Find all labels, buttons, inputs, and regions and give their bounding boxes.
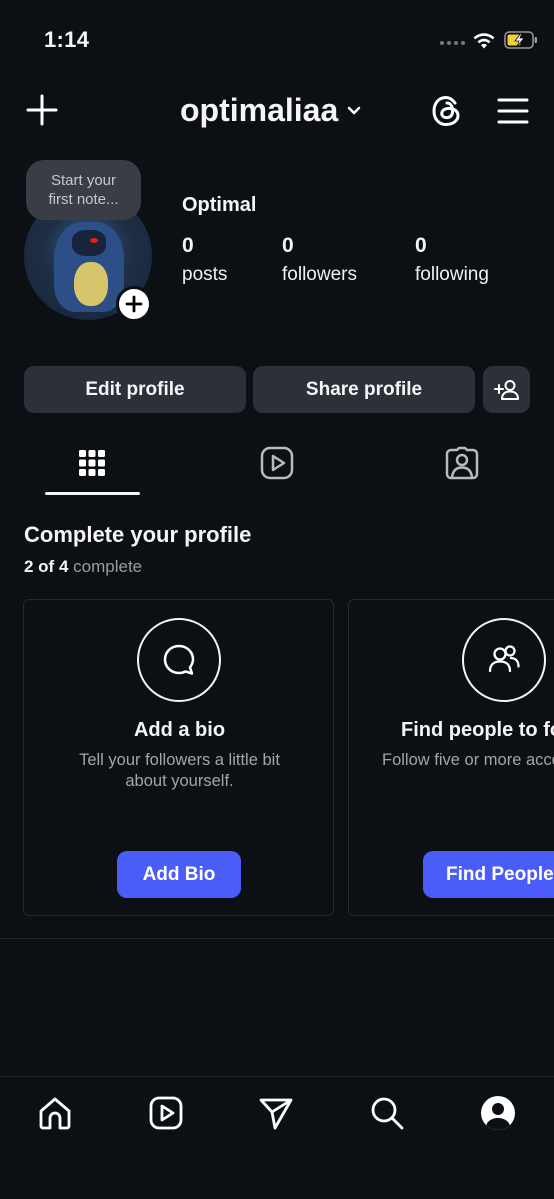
active-tab-indicator <box>45 492 140 495</box>
nav-home[interactable] <box>35 1093 75 1133</box>
tab-reels[interactable] <box>259 445 295 481</box>
nav-direct[interactable] <box>256 1093 296 1133</box>
note-bubble[interactable]: Start your first note... <box>26 160 141 220</box>
reels-icon <box>149 1096 183 1130</box>
threads-icon[interactable] <box>428 92 466 130</box>
section-divider <box>0 938 554 939</box>
card-description: Follow five or more accounts. <box>382 751 554 769</box>
username-label: optimaliaa <box>180 92 339 128</box>
progress-count: 2 of 4 <box>24 557 69 576</box>
find-people-card: Find people to follow Follow five or mor… <box>348 599 554 916</box>
tagged-icon <box>445 446 479 480</box>
nav-profile[interactable] <box>478 1093 518 1133</box>
display-name: Optimal <box>182 194 257 216</box>
discover-people-button[interactable] <box>483 366 530 413</box>
followers-count: 0 <box>282 234 294 257</box>
nav-reels[interactable] <box>146 1093 186 1133</box>
followers-label: followers <box>282 264 357 285</box>
cellular-signal-icon <box>440 41 465 45</box>
following-count: 0 <box>415 234 427 257</box>
add-bio-card: Add a bio Tell your followers a little b… <box>23 599 334 916</box>
posts-stat[interactable]: 0 posts <box>182 234 227 286</box>
status-time: 1:14 <box>44 27 90 52</box>
find-people-button[interactable]: Find People <box>423 851 554 898</box>
share-profile-button[interactable]: Share profile <box>253 366 475 413</box>
add-bio-button[interactable]: Add Bio <box>117 851 241 898</box>
following-label: following <box>415 264 489 285</box>
profile-icon <box>481 1096 515 1130</box>
tab-posts-grid[interactable] <box>74 445 110 481</box>
home-icon <box>39 1097 71 1130</box>
chevron-down-icon <box>348 106 361 114</box>
posts-count: 0 <box>182 234 194 257</box>
add-person-icon <box>493 379 519 400</box>
complete-profile-progress: 2 of 4 complete <box>24 557 142 577</box>
wifi-icon <box>473 33 495 49</box>
posts-label: posts <box>182 264 228 285</box>
complete-profile-title: Complete your profile <box>24 522 252 547</box>
people-icon <box>462 618 546 702</box>
menu-hamburger-icon[interactable] <box>496 96 530 126</box>
tab-tagged[interactable] <box>444 445 480 481</box>
card-title: Add a bio <box>133 719 226 741</box>
nav-search[interactable] <box>367 1093 407 1133</box>
followers-stat[interactable]: 0 followers <box>282 234 357 286</box>
search-icon <box>371 1097 404 1130</box>
bottom-nav <box>0 1076 554 1199</box>
card-title: Find people to follow <box>401 719 554 741</box>
direct-icon <box>259 1098 293 1130</box>
create-plus-icon[interactable] <box>24 92 60 128</box>
progress-suffix: complete <box>73 557 143 576</box>
battery-charging-icon <box>504 31 537 49</box>
add-story-button[interactable] <box>116 286 152 322</box>
grid-icon <box>79 450 105 476</box>
chat-bubble-icon <box>137 618 221 702</box>
edit-profile-button[interactable]: Edit profile <box>24 366 246 413</box>
note-placeholder: Start your first note... <box>48 172 119 208</box>
card-description: Tell your followers a little bit about y… <box>79 751 280 790</box>
username-switcher[interactable]: optimaliaa <box>180 92 362 129</box>
reels-icon <box>260 446 294 480</box>
following-stat[interactable]: 0 following <box>415 234 489 286</box>
plus-icon <box>125 295 143 313</box>
